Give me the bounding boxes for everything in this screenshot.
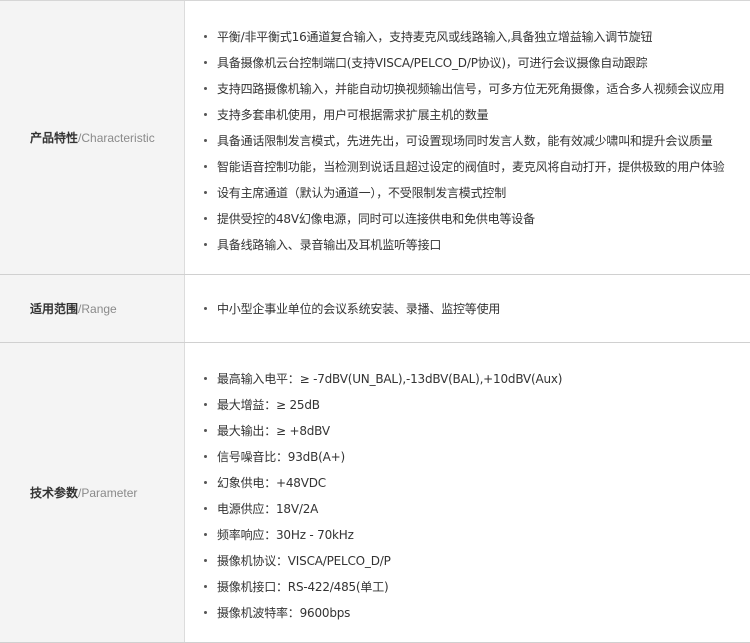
list-item: 电源供应：18V/2A <box>204 496 750 522</box>
parameter-content: 最高输入电平：≥ -7dBV(UN_BAL),-13dBV(BAL),+10dB… <box>185 343 750 642</box>
bullet-icon <box>204 113 207 116</box>
spec-table: 产品特性/Characteristic 平衡/非平衡式16通道复合输入，支持麦克… <box>0 0 750 643</box>
bullet-icon <box>204 243 207 246</box>
bullet-icon <box>204 307 207 310</box>
list-item: 摄像机接口：RS-422/485(单工) <box>204 574 750 600</box>
list-item: 摄像机波特率：9600bps <box>204 600 750 626</box>
bullet-icon <box>204 217 207 220</box>
bullet-icon <box>204 403 207 406</box>
list-item-text: 摄像机接口：RS-422/485(单工) <box>217 580 389 594</box>
list-item-text: 支持四路摄像机输入，并能自动切换视频输出信号，可多方位无死角摄像，适合多人视频会… <box>217 82 725 96</box>
range-content: 中小型企事业单位的会议系统安装、录播、监控等使用 <box>185 275 750 342</box>
bullet-icon <box>204 507 207 510</box>
list-item-text: 幻象供电：+48VDC <box>217 476 326 490</box>
bullet-icon <box>204 377 207 380</box>
characteristic-row: 产品特性/Characteristic 平衡/非平衡式16通道复合输入，支持麦克… <box>0 1 750 275</box>
bullet-icon <box>204 585 207 588</box>
list-item-text: 平衡/非平衡式16通道复合输入，支持麦克风或线路输入,具备独立增益输入调节旋钮 <box>217 30 653 44</box>
range-row: 适用范围/Range 中小型企事业单位的会议系统安装、录播、监控等使用 <box>0 275 750 343</box>
list-item-text: 设有主席通道（默认为通道一），不受限制发言模式控制 <box>217 186 507 200</box>
parameter-list: 最高输入电平：≥ -7dBV(UN_BAL),-13dBV(BAL),+10dB… <box>204 366 750 626</box>
bullet-icon <box>204 481 207 484</box>
list-item: 具备通话限制发言模式，先进先出，可设置现场同时发言人数，能有效减少啸叫和提升会议… <box>204 128 750 154</box>
bullet-icon <box>204 165 207 168</box>
characteristic-label-en: /Characteristic <box>78 130 155 145</box>
bullet-icon <box>204 35 207 38</box>
characteristic-label: 产品特性/Characteristic <box>0 1 185 274</box>
list-item-text: 信号噪音比：93dB(A+) <box>217 450 345 464</box>
list-item-text: 具备摄像机云台控制端口(支持VISCA/PELCO_D/P协议)，可进行会议摄像… <box>217 56 648 70</box>
bullet-icon <box>204 533 207 536</box>
bullet-icon <box>204 191 207 194</box>
bullet-icon <box>204 455 207 458</box>
list-item: 最大输出：≥ +8dBV <box>204 418 750 444</box>
bullet-icon <box>204 61 207 64</box>
list-item-text: 智能语音控制功能，当检测到说话且超过设定的阀值时，麦克风将自动打开，提供极致的用… <box>217 160 725 174</box>
list-item-text: 具备线路输入、录音输出及耳机监听等接口 <box>217 238 442 252</box>
characteristic-label-cn: 产品特性 <box>30 131 79 145</box>
list-item: 最大增益：≥ 25dB <box>204 392 750 418</box>
bullet-icon <box>204 87 207 90</box>
list-item: 最高输入电平：≥ -7dBV(UN_BAL),-13dBV(BAL),+10dB… <box>204 366 750 392</box>
list-item-text: 中小型企事业单位的会议系统安装、录播、监控等使用 <box>217 302 501 316</box>
list-item: 中小型企事业单位的会议系统安装、录播、监控等使用 <box>204 296 750 322</box>
list-item: 幻象供电：+48VDC <box>204 470 750 496</box>
parameter-label-en: /Parameter <box>78 485 138 500</box>
characteristic-list: 平衡/非平衡式16通道复合输入，支持麦克风或线路输入,具备独立增益输入调节旋钮 … <box>204 24 750 258</box>
list-item-text: 支持多套串机使用，用户可根据需求扩展主机的数量 <box>217 108 489 122</box>
range-label-en: /Range <box>78 301 117 316</box>
parameter-label-cn: 技术参数 <box>30 486 79 500</box>
list-item: 平衡/非平衡式16通道复合输入，支持麦克风或线路输入,具备独立增益输入调节旋钮 <box>204 24 750 50</box>
list-item-text: 最大输出：≥ +8dBV <box>217 424 330 438</box>
bullet-icon <box>204 429 207 432</box>
characteristic-content: 平衡/非平衡式16通道复合输入，支持麦克风或线路输入,具备独立增益输入调节旋钮 … <box>185 1 750 274</box>
list-item: 具备线路输入、录音输出及耳机监听等接口 <box>204 232 750 258</box>
list-item-text: 提供受控的48V幻像电源，同时可以连接供电和免供电等设备 <box>217 212 535 226</box>
list-item-text: 摄像机协议：VISCA/PELCO_D/P <box>217 554 391 568</box>
range-label: 适用范围/Range <box>0 275 185 342</box>
list-item: 支持多套串机使用，用户可根据需求扩展主机的数量 <box>204 102 750 128</box>
list-item: 设有主席通道（默认为通道一），不受限制发言模式控制 <box>204 180 750 206</box>
list-item: 支持四路摄像机输入，并能自动切换视频输出信号，可多方位无死角摄像，适合多人视频会… <box>204 76 750 102</box>
bullet-icon <box>204 139 207 142</box>
list-item: 具备摄像机云台控制端口(支持VISCA/PELCO_D/P协议)，可进行会议摄像… <box>204 50 750 76</box>
range-label-cn: 适用范围 <box>30 302 79 316</box>
list-item-text: 具备通话限制发言模式，先进先出，可设置现场同时发言人数，能有效减少啸叫和提升会议… <box>217 134 713 148</box>
list-item: 提供受控的48V幻像电源，同时可以连接供电和免供电等设备 <box>204 206 750 232</box>
list-item: 智能语音控制功能，当检测到说话且超过设定的阀值时，麦克风将自动打开，提供极致的用… <box>204 154 750 180</box>
bullet-icon <box>204 611 207 614</box>
list-item: 频率响应：30Hz - 70kHz <box>204 522 750 548</box>
list-item: 摄像机协议：VISCA/PELCO_D/P <box>204 548 750 574</box>
parameter-row: 技术参数/Parameter 最高输入电平：≥ -7dBV(UN_BAL),-1… <box>0 343 750 643</box>
parameter-label: 技术参数/Parameter <box>0 343 185 642</box>
bullet-icon <box>204 559 207 562</box>
list-item-text: 频率响应：30Hz - 70kHz <box>217 528 354 542</box>
list-item-text: 摄像机波特率：9600bps <box>217 606 351 620</box>
list-item-text: 最大增益：≥ 25dB <box>217 398 320 412</box>
list-item-text: 最高输入电平：≥ -7dBV(UN_BAL),-13dBV(BAL),+10dB… <box>217 372 563 386</box>
range-list: 中小型企事业单位的会议系统安装、录播、监控等使用 <box>204 296 750 322</box>
list-item: 信号噪音比：93dB(A+) <box>204 444 750 470</box>
list-item-text: 电源供应：18V/2A <box>217 502 319 516</box>
